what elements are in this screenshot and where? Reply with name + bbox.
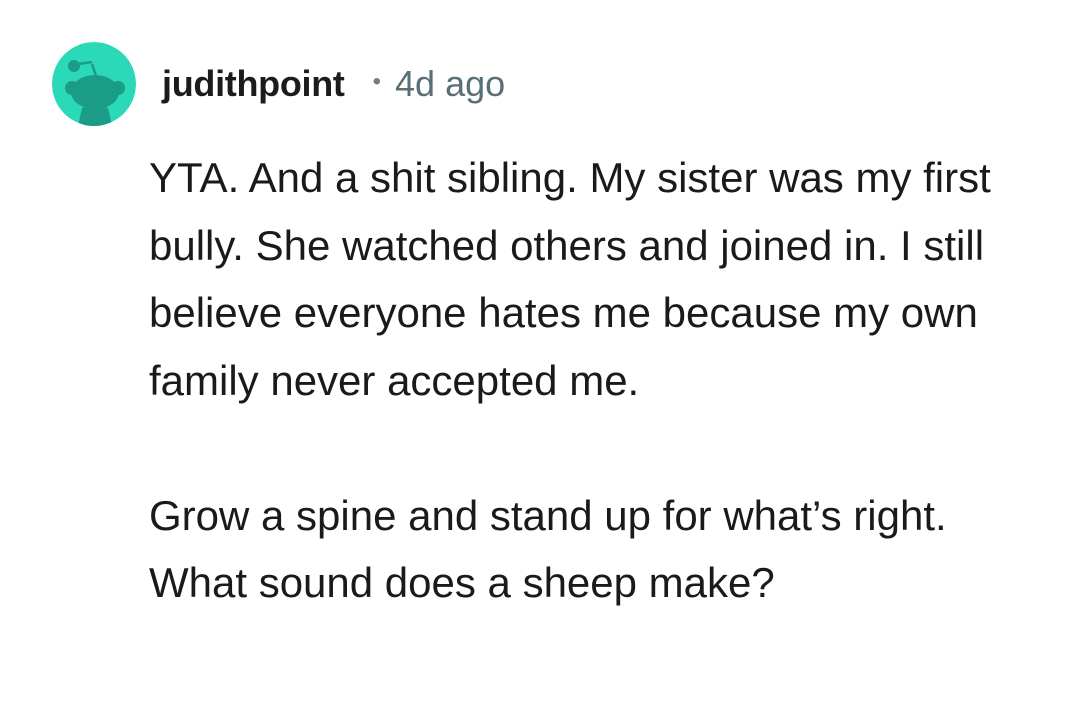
avatar[interactable] — [52, 42, 136, 126]
comment-header: judithpoint • 4d ago — [52, 42, 505, 126]
comment: judithpoint • 4d ago YTA. And a shit sib… — [0, 0, 1080, 702]
comment-paragraph: Grow a spine and stand up for what’s rig… — [149, 491, 947, 607]
comment-body: YTA. And a shit sibling. My sister was m… — [149, 144, 1039, 617]
comment-paragraph: YTA. And a shit sibling. My sister was m… — [149, 154, 991, 404]
timestamp: 4d ago — [395, 63, 506, 104]
snoo-avatar-icon — [52, 42, 136, 126]
username[interactable]: judithpoint — [162, 63, 345, 105]
separator-dot: • — [372, 68, 382, 95]
